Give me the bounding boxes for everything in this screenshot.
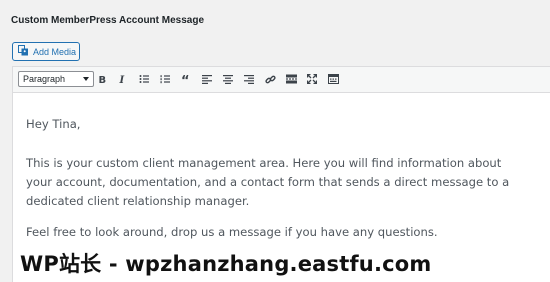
link-icon[interactable] — [263, 72, 277, 86]
toolbar-toggle-icon[interactable] — [326, 72, 340, 86]
bulleted-list-icon[interactable] — [137, 72, 151, 86]
editor-toolbar: Paragraph B I “ — [13, 67, 550, 93]
read-more-icon[interactable] — [284, 72, 298, 86]
greeting-text: Hey Tina, — [26, 117, 81, 131]
bold-icon[interactable]: B — [95, 72, 109, 86]
add-media-label: Add Media — [33, 46, 77, 57]
watermark-text: WP站长 - wpzhanzhang.eastfu.com — [20, 252, 432, 276]
paragraph-text: This is your custom client management ar… — [26, 156, 510, 208]
svg-text:B: B — [99, 75, 107, 84]
media-icon — [18, 45, 29, 58]
numbered-list-icon[interactable] — [158, 72, 172, 86]
section-title: Custom MemberPress Account Message — [11, 15, 205, 26]
paragraph-text: Feel free to look around, drop us a mess… — [26, 225, 438, 239]
svg-text:I: I — [119, 75, 125, 84]
fullscreen-icon[interactable] — [305, 72, 319, 86]
blockquote-icon[interactable]: “ — [179, 72, 193, 86]
chevron-down-icon — [83, 77, 89, 81]
format-select-value: Paragraph — [23, 74, 66, 84]
align-right-icon[interactable] — [242, 72, 256, 86]
align-center-icon[interactable] — [221, 72, 235, 86]
add-media-button[interactable]: Add Media — [12, 42, 80, 61]
italic-icon[interactable]: I — [115, 72, 129, 86]
align-left-icon[interactable] — [200, 72, 214, 86]
format-select[interactable]: Paragraph — [18, 71, 94, 87]
svg-text:“: “ — [181, 74, 190, 84]
